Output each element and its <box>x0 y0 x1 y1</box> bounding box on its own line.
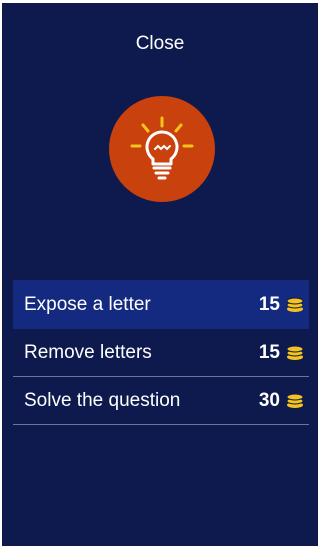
option-price: 15 <box>258 341 280 363</box>
option-label: Expose a letter <box>24 293 151 315</box>
coins-icon <box>286 393 304 408</box>
lightbulb-icon <box>130 116 194 180</box>
option-solve-question[interactable]: Solve the question 30 <box>13 377 309 425</box>
coins-icon <box>286 345 304 360</box>
option-price: 30 <box>258 389 280 411</box>
option-remove-letters[interactable]: Remove letters 15 <box>13 329 309 377</box>
coins-icon <box>286 297 304 312</box>
option-price: 15 <box>258 293 280 315</box>
hint-badge <box>109 96 215 202</box>
close-button[interactable]: Close <box>2 33 318 55</box>
option-label: Remove letters <box>24 341 152 363</box>
option-expose-letter[interactable]: Expose a letter 15 <box>13 280 309 329</box>
hint-options-list: Expose a letter 15 Remove letters 15 Sol… <box>13 280 309 425</box>
option-label: Solve the question <box>24 389 181 411</box>
hint-dialog: Close Expose a letter 15 Remove letters … <box>2 3 318 546</box>
